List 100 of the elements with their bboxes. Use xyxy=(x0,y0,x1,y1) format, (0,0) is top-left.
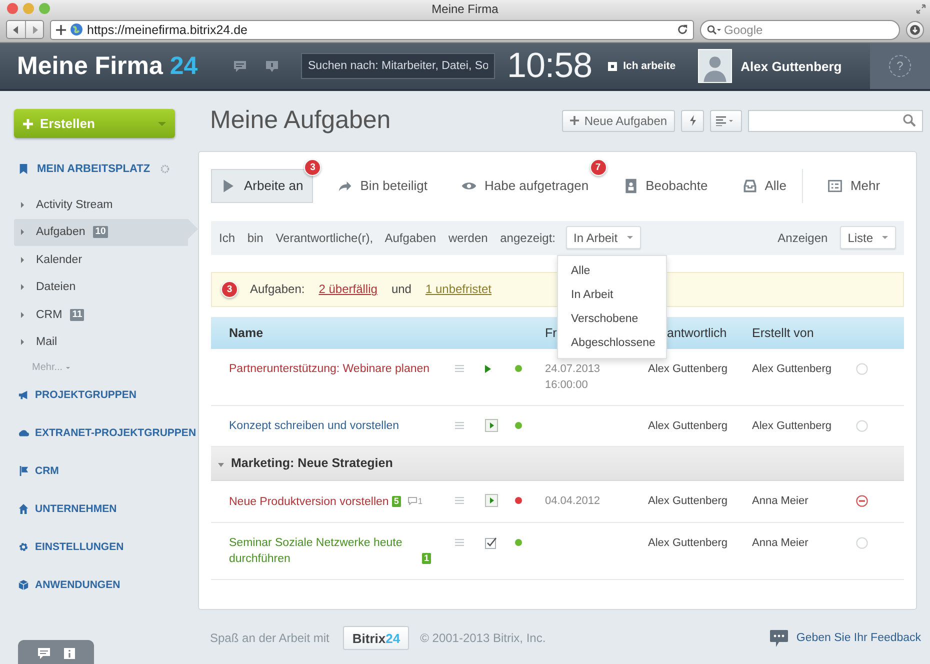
task-title[interactable]: Seminar Soziale Netzwerke heute durchführen xyxy=(229,534,419,567)
alert-label: Aufgaben: xyxy=(250,282,305,296)
tab[interactable]: Bin beteiligt xyxy=(327,168,438,203)
user-name[interactable]: Alex Guttenberg xyxy=(740,58,842,74)
chat-icon[interactable] xyxy=(38,648,50,658)
start-button[interactable] xyxy=(485,419,498,432)
search-field[interactable]: Google xyxy=(700,20,900,40)
start-button[interactable] xyxy=(485,494,498,508)
work-checkbox[interactable]: Ich arbeite xyxy=(608,60,676,72)
search-icon xyxy=(903,114,916,128)
speech-bubble-icon xyxy=(770,630,788,647)
creator-name: Anna Meier xyxy=(752,536,808,549)
sidebar-item[interactable]: Mail xyxy=(14,328,188,356)
home-icon xyxy=(18,503,29,515)
menu-icon[interactable] xyxy=(455,497,464,504)
deadline: 04.04.2012 xyxy=(545,494,600,507)
deadline: 24.07.2013 xyxy=(545,362,600,375)
task-title[interactable]: Partnerunterstützung: Webinare planen xyxy=(229,360,430,377)
flag-icon xyxy=(18,465,29,477)
address-bar[interactable]: https://meinefirma.bitrix24.de xyxy=(50,20,694,40)
view-label: Anzeigen xyxy=(778,230,828,245)
complete-toggle[interactable] xyxy=(856,362,868,375)
maximize-button[interactable] xyxy=(39,3,50,14)
back-icon xyxy=(12,26,20,34)
contact-card-icon xyxy=(622,178,639,194)
copyright: © 2001-2013 Bitrix, Inc. xyxy=(420,631,546,646)
section-title[interactable]: CRM xyxy=(35,465,59,477)
plus-icon xyxy=(23,118,33,128)
count-badge: 3 xyxy=(221,280,238,298)
comment-icon xyxy=(408,496,417,505)
creator-name: Alex Guttenberg xyxy=(752,362,832,375)
view-menu-button[interactable] xyxy=(710,110,742,132)
search-icon[interactable] xyxy=(707,24,721,34)
open-tasks-link[interactable]: 1 unbefristet xyxy=(425,282,492,296)
column-header[interactable]: Name xyxy=(229,326,455,340)
sidebar-item[interactable]: CRM 11 xyxy=(14,301,188,328)
new-task-button[interactable]: Neue Aufgaben xyxy=(562,110,676,132)
section-title[interactable]: EINSTELLUNGEN xyxy=(35,541,124,553)
sidebar-item[interactable]: Dateien xyxy=(14,274,188,301)
menu-icon[interactable] xyxy=(455,539,464,546)
section-title[interactable]: UNTERNEHMEN xyxy=(35,503,117,515)
filter-description: Ich bin Verantwortliche(r), Aufgaben werden angezeigt: xyxy=(219,230,556,245)
bookmark-icon xyxy=(18,163,29,175)
overdue-link[interactable]: 2 überfällig xyxy=(318,282,378,296)
lightning-button[interactable] xyxy=(681,110,704,132)
section-title[interactable]: PROJEKTGRUPPEN xyxy=(35,389,137,401)
view-dropdown[interactable]: Liste xyxy=(840,226,896,250)
plus-icon xyxy=(570,116,580,126)
download-icon xyxy=(910,24,920,34)
checkbox-icon[interactable] xyxy=(485,536,497,549)
chat-icon[interactable] xyxy=(233,60,247,72)
sidebar-item[interactable]: Activity Stream xyxy=(14,191,188,218)
lightning-icon xyxy=(688,115,697,126)
fullscreen-icon[interactable] xyxy=(916,4,926,14)
feedback-link[interactable]: Geben Sie Ihr Feedback xyxy=(796,632,922,644)
brand-button[interactable]: Bitrix24 xyxy=(343,626,410,650)
avatar[interactable] xyxy=(698,49,732,83)
menu-item[interactable]: Alle xyxy=(558,258,666,283)
status-dropdown[interactable]: In Arbeit xyxy=(566,226,641,250)
sidebar-item[interactable]: Kalender xyxy=(14,246,188,274)
tab[interactable]: Alle xyxy=(732,168,796,203)
complete-toggle[interactable] xyxy=(856,420,868,432)
forward-icon xyxy=(30,26,38,34)
group-row[interactable]: Marketing: Neue Strategien xyxy=(211,446,904,481)
menu-icon[interactable] xyxy=(455,365,464,372)
download-button[interactable] xyxy=(906,20,924,38)
menu-item[interactable]: Abgeschlossene xyxy=(558,330,666,355)
count-badge: 7 xyxy=(590,158,607,176)
caret-icon[interactable] xyxy=(218,462,224,467)
search-field[interactable]: Google xyxy=(724,22,874,36)
menu-item[interactable]: In Arbeit xyxy=(558,282,666,307)
tab[interactable]: Mehr xyxy=(817,168,890,203)
minus-icon[interactable] xyxy=(856,494,868,507)
reload-icon[interactable] xyxy=(677,24,688,35)
column-header[interactable]: Erstellt von xyxy=(752,326,856,340)
complete-toggle[interactable] xyxy=(856,536,868,549)
menu-item[interactable]: Verschobene xyxy=(558,306,666,331)
play-icon[interactable] xyxy=(485,364,491,373)
info-icon[interactable] xyxy=(64,648,74,658)
count-badge: 1 xyxy=(422,552,432,564)
menu-icon[interactable] xyxy=(455,422,464,430)
megaphone-icon xyxy=(18,389,29,401)
notification-icon[interactable] xyxy=(265,60,279,72)
tab[interactable]: Beobachte xyxy=(612,168,718,203)
creator-name: Anna Meier xyxy=(752,494,808,507)
add-icon[interactable] xyxy=(56,24,66,34)
close-button[interactable] xyxy=(7,3,18,14)
section-title[interactable]: MEIN ARBEITSPLATZ xyxy=(37,163,150,175)
responsible-name: Alex Guttenberg xyxy=(648,362,728,375)
list-icon xyxy=(716,116,734,126)
section-title[interactable]: EXTRANET-PROJEKTGRUPPEN xyxy=(35,427,196,439)
page-title: Meine Aufgaben xyxy=(210,106,391,136)
clock: 10:58 xyxy=(507,46,592,86)
creator-name: Alex Guttenberg xyxy=(752,420,832,432)
section-title[interactable]: ANWENDUNGEN xyxy=(35,579,120,591)
settings-icon[interactable] xyxy=(160,164,170,174)
task-title[interactable]: Konzept schreiben und vorstellen xyxy=(229,418,400,434)
logo[interactable]: Meine Firma 24 xyxy=(0,52,215,80)
task-title[interactable]: Neue Produktversion vorstellen xyxy=(229,494,389,510)
alert-text: und xyxy=(391,282,412,296)
